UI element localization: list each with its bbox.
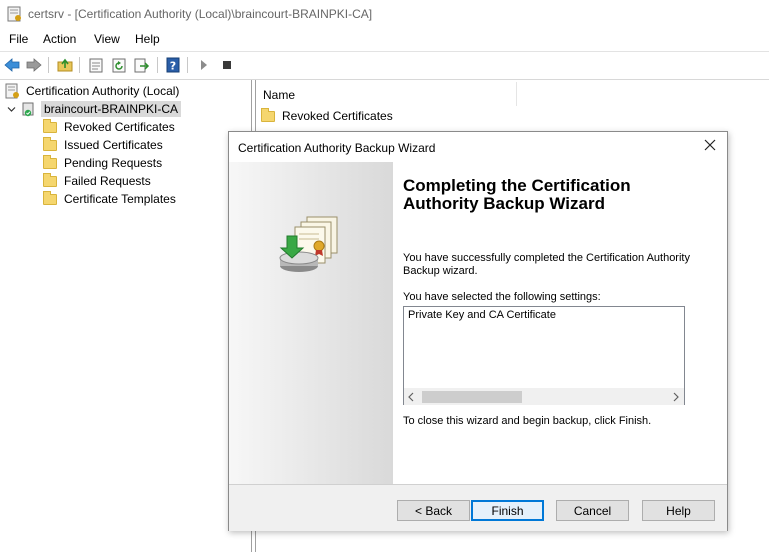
list-item-label: Revoked Certificates xyxy=(282,109,393,123)
backup-database-icon xyxy=(277,214,345,278)
console-tree: Certification Authority (Local) braincou… xyxy=(0,80,252,552)
window-title: certsrv - [Certification Authority (Loca… xyxy=(28,7,373,21)
backup-wizard-dialog: Certification Authority Backup Wizard Co xyxy=(228,131,728,531)
ca-server-icon xyxy=(21,101,37,117)
folder-icon xyxy=(43,118,57,133)
properties-icon[interactable] xyxy=(87,56,105,74)
tree-item-certificate-templates[interactable]: Certificate Templates xyxy=(43,190,176,208)
tree-item-label: Certificate Templates xyxy=(64,192,176,206)
tree-item-revoked-certificates[interactable]: Revoked Certificates xyxy=(43,118,175,136)
folder-icon xyxy=(43,172,57,187)
wizard-banner xyxy=(229,162,393,484)
certsrv-app-icon xyxy=(7,6,23,22)
toolbar-separator xyxy=(157,57,158,73)
folder-icon xyxy=(43,154,57,169)
settings-list[interactable]: Private Key and CA Certificate xyxy=(403,306,685,405)
back-button[interactable]: < Back xyxy=(397,500,470,521)
tree-item-label: Issued Certificates xyxy=(64,138,163,152)
folder-icon xyxy=(43,190,57,205)
list-item[interactable]: Revoked Certificates xyxy=(261,107,393,125)
toolbar-separator xyxy=(187,57,188,73)
wizard-heading-line-2: Authority Backup Wizard xyxy=(403,194,605,213)
refresh-icon[interactable] xyxy=(110,56,128,74)
certification-authority-icon xyxy=(5,83,21,99)
toolbar: ? xyxy=(0,51,769,80)
success-message: You have successfully completed the Cert… xyxy=(403,252,690,278)
tree-root-ca-local[interactable]: Certification Authority (Local) xyxy=(5,82,179,100)
menu-help[interactable]: Help xyxy=(135,32,160,46)
menu-action[interactable]: Action xyxy=(43,32,76,46)
horizontal-scrollbar[interactable] xyxy=(404,388,684,405)
success-message-line-1: You have successfully completed the Cert… xyxy=(403,252,690,264)
settings-label: You have selected the following settings… xyxy=(403,291,601,303)
settings-value: Private Key and CA Certificate xyxy=(408,309,556,321)
menu-bar: File Action View Help xyxy=(0,30,769,50)
column-header-name[interactable]: Name xyxy=(256,82,517,106)
cancel-button[interactable]: Cancel xyxy=(556,500,629,521)
svg-text:?: ? xyxy=(170,60,176,73)
up-folder-icon[interactable] xyxy=(56,56,74,74)
folder-icon xyxy=(261,107,275,122)
close-icon[interactable] xyxy=(703,138,717,152)
dialog-button-bar: < Back Finish Cancel Help xyxy=(229,484,727,531)
back-icon[interactable] xyxy=(3,56,21,74)
tree-item-label: Failed Requests xyxy=(64,174,151,188)
help-button[interactable]: Help xyxy=(642,500,715,521)
scroll-right-icon[interactable] xyxy=(672,392,680,402)
scrollbar-thumb[interactable] xyxy=(422,391,522,403)
help-icon[interactable]: ? xyxy=(164,56,182,74)
finish-button[interactable]: Finish xyxy=(471,500,544,521)
title-bar: certsrv - [Certification Authority (Loca… xyxy=(0,0,769,30)
tree-item-pending-requests[interactable]: Pending Requests xyxy=(43,154,162,172)
dialog-title-bar: Certification Authority Backup Wizard xyxy=(229,132,727,162)
tree-ca-node[interactable]: braincourt-BRAINPKI-CA xyxy=(7,100,182,118)
tree-item-issued-certificates[interactable]: Issued Certificates xyxy=(43,136,163,154)
tree-ca-label: braincourt-BRAINPKI-CA xyxy=(41,101,182,117)
tree-root-label: Certification Authority (Local) xyxy=(26,84,180,98)
wizard-heading: Completing the Certification Authority B… xyxy=(403,177,631,213)
export-list-icon[interactable] xyxy=(133,56,151,74)
forward-icon[interactable] xyxy=(25,56,43,74)
menu-view[interactable]: View xyxy=(94,32,120,46)
stop-service-icon[interactable] xyxy=(218,56,236,74)
tree-item-failed-requests[interactable]: Failed Requests xyxy=(43,172,151,190)
folder-icon xyxy=(43,136,57,151)
column-header-label: Name xyxy=(263,88,296,102)
scroll-left-icon[interactable] xyxy=(407,392,415,402)
toolbar-separator xyxy=(79,57,80,73)
menu-file[interactable]: File xyxy=(9,32,28,46)
tree-item-label: Revoked Certificates xyxy=(64,120,175,134)
success-message-line-2: Backup wizard. xyxy=(403,265,478,277)
toolbar-separator xyxy=(48,57,49,73)
wizard-heading-line-1: Completing the Certification xyxy=(403,176,631,195)
start-service-icon[interactable] xyxy=(195,56,213,74)
tree-item-label: Pending Requests xyxy=(64,156,163,170)
collapse-chevron-icon[interactable] xyxy=(7,105,16,114)
dialog-title: Certification Authority Backup Wizard xyxy=(238,141,436,155)
finish-instruction: To close this wizard and begin backup, c… xyxy=(403,415,652,427)
